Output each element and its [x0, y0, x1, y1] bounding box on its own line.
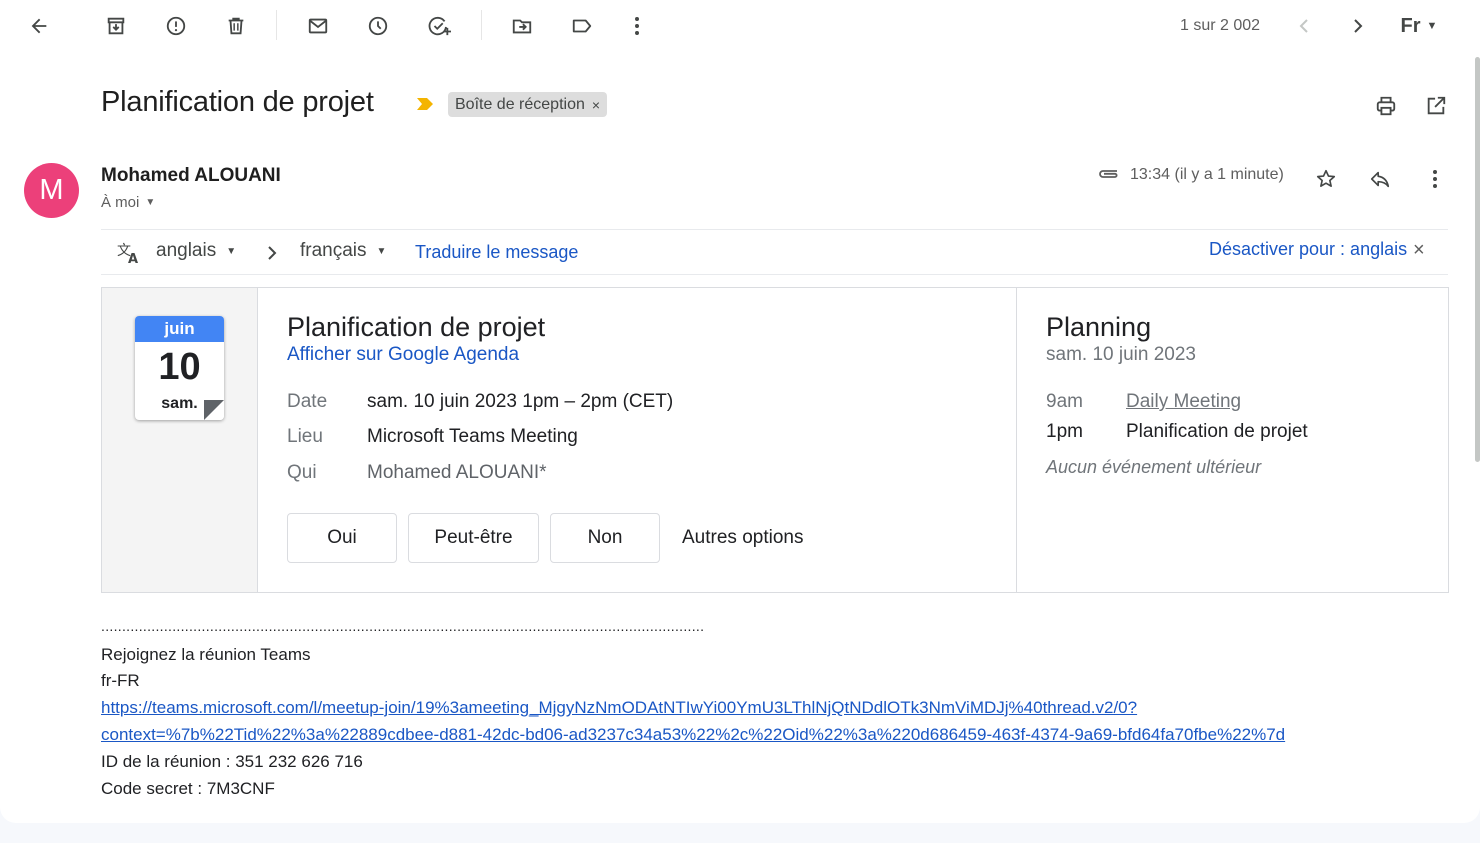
toolbar-divider [276, 10, 277, 40]
remove-label-icon[interactable]: × [592, 97, 600, 113]
event-title: Planification de projet [287, 312, 546, 342]
move-to-folder-icon[interactable] [508, 12, 536, 40]
add-to-tasks-icon[interactable] [424, 12, 456, 40]
chevron-right-icon[interactable] [1346, 12, 1370, 40]
calendar-day: 10 [158, 346, 201, 388]
back-arrow-icon[interactable] [24, 12, 54, 40]
rsvp-maybe-button[interactable]: Peut-être [408, 513, 539, 563]
translate-bar: 文A anglais ▼ français ▼ Traduire le mess… [101, 229, 1448, 275]
close-translate-icon[interactable]: × [1413, 239, 1425, 262]
report-spam-icon[interactable] [162, 12, 190, 40]
input-tools-label: Fr [1400, 14, 1421, 37]
calendar-invite-card: juin 10 sam. Planification de projet Aff… [101, 287, 1449, 593]
agenda-footer: Aucun événement ultérieur [1046, 457, 1262, 477]
invite-date-panel: juin 10 sam. [102, 288, 258, 592]
more-options-link[interactable]: Autres options [682, 527, 803, 549]
view-in-google-calendar-link[interactable]: Afficher sur Google Agenda [287, 344, 519, 366]
reply-icon[interactable] [1366, 165, 1394, 193]
delete-icon[interactable] [222, 12, 250, 40]
attachment-clip-icon [1096, 164, 1122, 184]
svg-text:A: A [128, 252, 138, 265]
more-vert-icon[interactable] [624, 12, 650, 40]
received-time: 13:34 (il y a 1 minute) [1130, 166, 1284, 183]
sender-name[interactable]: Mohamed ALOUANI [101, 165, 281, 187]
disable-translation-link[interactable]: Désactiver pour : anglais [1209, 239, 1407, 260]
rsvp-yes-button[interactable]: Oui [287, 513, 397, 563]
location-label: Lieu [287, 426, 323, 447]
guests-value: Mohamed ALOUANI* [367, 462, 547, 483]
locale-text: fr-FR [101, 671, 140, 690]
message-panel: 1 sur 2 002 Fr ▼ Planification de projet… [0, 0, 1480, 823]
source-language: anglais [156, 240, 217, 261]
dotted-separator: ........................................… [101, 618, 705, 634]
date-value: sam. 10 juin 2023 1pm – 2pm (CET) [367, 391, 674, 412]
agenda-event-link[interactable]: Daily Meeting [1126, 391, 1241, 413]
caret-down-icon[interactable]: ▼ [145, 197, 155, 208]
agenda-event-current: Planification de projet [1126, 421, 1308, 442]
vertical-scrollbar[interactable] [1475, 57, 1480, 462]
toolbar-divider [481, 10, 482, 40]
meeting-passcode: Code secret : 7M3CNF [101, 779, 275, 798]
calendar-month: juin [135, 316, 224, 342]
sender-avatar[interactable]: M [24, 163, 79, 218]
email-subject: Planification de projet [101, 86, 374, 118]
mark-unread-icon[interactable] [304, 12, 332, 40]
dropdown-arrow-icon: ▼ [226, 245, 237, 257]
input-tools-button[interactable]: Fr ▼ [1394, 12, 1444, 40]
teams-join-link-continued[interactable]: context=%7b%22Tid%22%3a%22889cdbee-d881-… [101, 725, 1285, 745]
inbox-label-chip: Boîte de réception × [448, 92, 608, 117]
pagination-count: 1 sur 2 002 [1180, 17, 1261, 34]
target-language: français [300, 240, 367, 261]
translate-icon: 文A [115, 240, 143, 266]
dropdown-arrow-icon: ▼ [376, 245, 387, 257]
agenda-event-time: 1pm [1046, 421, 1083, 442]
label-icon[interactable] [568, 12, 596, 40]
agenda-date: sam. 10 juin 2023 [1046, 344, 1196, 365]
dropdown-arrow-icon: ▼ [1426, 20, 1438, 32]
agenda-panel: Planning sam. 10 juin 2023 9am Daily Mee… [1016, 288, 1448, 592]
rsvp-no-button[interactable]: Non [550, 513, 660, 563]
target-language-select[interactable]: français ▼ [300, 240, 386, 262]
date-label: Date [287, 391, 328, 412]
star-icon[interactable] [1312, 165, 1340, 193]
importance-marker-icon[interactable] [416, 96, 434, 117]
teams-join-link[interactable]: https://teams.microsoft.com/l/meetup-joi… [101, 698, 1137, 718]
chevron-left-icon[interactable] [1292, 12, 1316, 40]
guests-label: Qui [287, 462, 317, 483]
source-language-select[interactable]: anglais ▼ [156, 240, 236, 262]
message-more-vert-icon[interactable] [1422, 165, 1448, 193]
open-new-window-icon[interactable] [1422, 92, 1450, 120]
agenda-title: Planning [1046, 312, 1152, 342]
join-teams-text: Rejoignez la réunion Teams [101, 645, 311, 664]
invite-details: Planification de projet Afficher sur Goo… [259, 288, 1016, 592]
recipient-details[interactable]: À moi ▼ [101, 194, 155, 211]
calendar-date-icon: juin 10 sam. [135, 316, 224, 420]
print-icon[interactable] [1372, 92, 1400, 120]
snooze-clock-icon[interactable] [364, 12, 392, 40]
agenda-event-time: 9am [1046, 391, 1083, 412]
translate-message-link[interactable]: Traduire le message [415, 242, 578, 263]
recipient-text: À moi [101, 194, 140, 211]
archive-icon[interactable] [102, 12, 130, 40]
chevron-right-icon [261, 242, 283, 264]
inbox-label-text: Boîte de réception [455, 95, 585, 113]
page-curl-icon [204, 400, 224, 420]
meeting-id: ID de la réunion : 351 232 626 716 [101, 752, 363, 771]
location-value: Microsoft Teams Meeting [367, 426, 578, 447]
